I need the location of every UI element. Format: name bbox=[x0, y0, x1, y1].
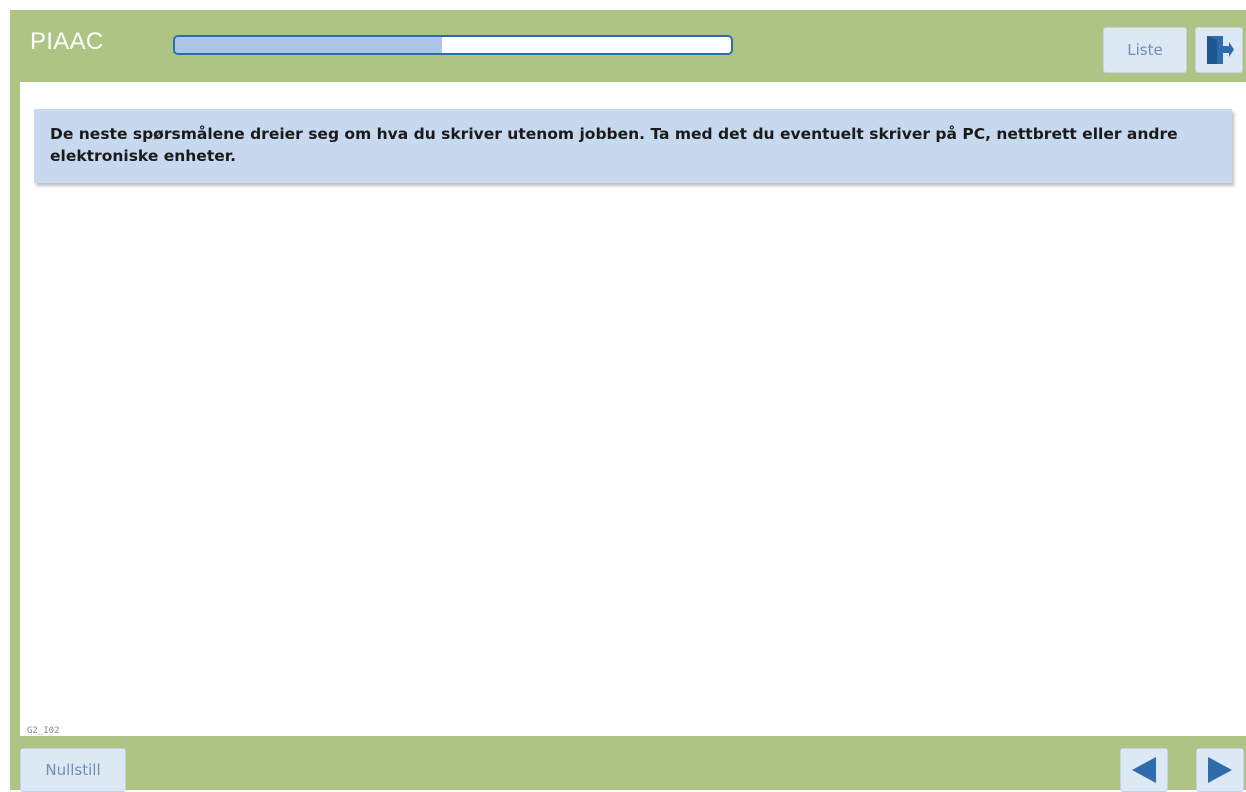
app-frame: PIAAC Liste De neste spørsmålene dreier … bbox=[10, 10, 1246, 792]
content-area: De neste spørsmålene dreier seg om hva d… bbox=[20, 82, 1246, 736]
progress-bar bbox=[173, 35, 733, 55]
info-box: De neste spørsmålene dreier seg om hva d… bbox=[34, 109, 1232, 183]
page-code: G2_I02 bbox=[27, 726, 60, 736]
info-text: De neste spørsmålene dreier seg om hva d… bbox=[50, 125, 1178, 165]
reset-button-label: Nullstill bbox=[45, 761, 101, 779]
back-button[interactable] bbox=[1120, 748, 1168, 792]
exit-button[interactable] bbox=[1195, 27, 1243, 73]
next-button[interactable] bbox=[1196, 748, 1244, 792]
list-button-label: Liste bbox=[1127, 41, 1163, 59]
exit-door-icon bbox=[1207, 36, 1234, 64]
app-title: PIAAC bbox=[30, 28, 104, 55]
triangle-right-icon bbox=[1208, 757, 1232, 783]
header-bar: PIAAC Liste bbox=[10, 10, 1246, 82]
triangle-left-icon bbox=[1132, 757, 1156, 783]
progress-fill bbox=[175, 37, 442, 53]
reset-button[interactable]: Nullstill bbox=[20, 748, 126, 792]
list-button[interactable]: Liste bbox=[1103, 27, 1187, 73]
